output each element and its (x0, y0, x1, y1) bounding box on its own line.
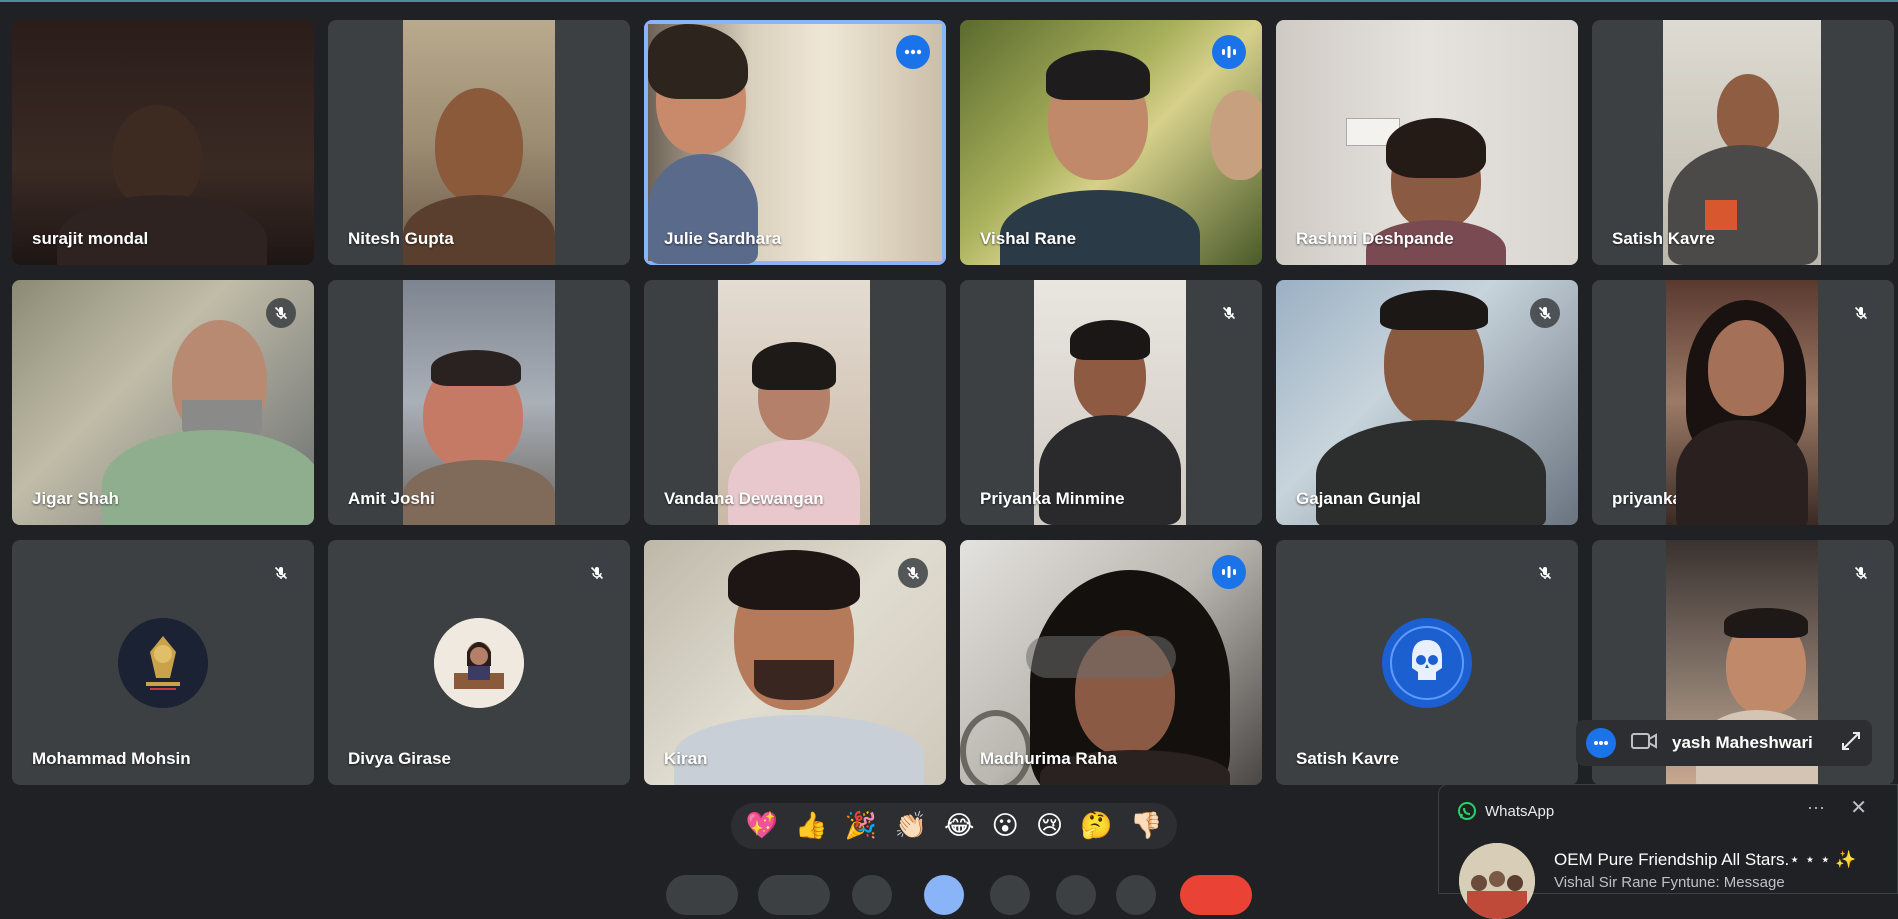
participant-name: Satish Kavre (1296, 749, 1399, 768)
participant-tile[interactable]: Madhurima Raha (960, 540, 1262, 785)
mic-muted-icon (1846, 298, 1876, 328)
more-options-icon[interactable] (896, 35, 930, 69)
notification-app-name: WhatsApp (1485, 802, 1555, 820)
participant-grid: surajit mondal Nitesh Gupta Julie Sardha… (12, 20, 1894, 786)
participant-tile[interactable]: Jigar Shah (12, 280, 314, 525)
skull-avatar (1382, 618, 1472, 708)
speaking-indicator-icon (1212, 555, 1246, 589)
mic-muted-icon (582, 558, 612, 588)
participant-name: Priyanka Minmine (980, 489, 1125, 508)
mic-muted-icon (1530, 298, 1560, 328)
reaction-party-popper[interactable]: 🎉 (845, 813, 877, 839)
whatsapp-icon (1458, 802, 1476, 820)
participant-name: Satish Kavre (1612, 229, 1715, 248)
reaction-clapping[interactable]: 👏🏻 (894, 813, 926, 839)
mic-muted-icon (266, 298, 296, 328)
participant-name: Kiran (664, 749, 708, 768)
participant-name: Vandana Dewangan (664, 489, 824, 508)
mic-muted-icon (1846, 558, 1876, 588)
participant-tile[interactable]: Gajanan Gunjal (1276, 280, 1578, 525)
mic-muted-icon (1530, 558, 1560, 588)
more-icon[interactable]: ··· (1807, 797, 1825, 818)
whatsapp-notification[interactable]: WhatsApp ··· ✕ OEM Pure Friendship All S… (1438, 784, 1898, 919)
participant-tile[interactable]: Vishal Rane (960, 20, 1262, 265)
participant-tile[interactable]: surajit mondal (12, 20, 314, 265)
raise-hand-button[interactable] (1056, 875, 1096, 915)
notification-title: OEM Pure Friendship All Stars.⋆ ⋆ ⋆ ✨ (1554, 850, 1857, 869)
more-options-icon[interactable] (1586, 728, 1616, 758)
participant-name: surajit mondal (32, 229, 149, 248)
reactions-button[interactable] (924, 875, 964, 915)
participant-name: Rashmi Deshpande (1296, 229, 1454, 248)
reaction-thumbs-up[interactable]: 👍 (795, 813, 827, 839)
participant-name: Gajanan Gunjal (1296, 489, 1421, 508)
participant-tile[interactable]: Mohammad Mohsin (12, 540, 314, 785)
self-view-bar: yash Maheshwari (1576, 720, 1872, 766)
rcb-logo-avatar (118, 618, 208, 708)
leave-call-button[interactable] (1180, 875, 1252, 915)
speaking-indicator-icon (1212, 35, 1246, 69)
participant-tile[interactable]: Nitesh Gupta (328, 20, 630, 265)
profile-photo-avatar (434, 618, 524, 708)
participant-name: Mohammad Mohsin (32, 749, 191, 768)
reaction-surprised[interactable]: 😮 (992, 813, 1019, 839)
reaction-thinking[interactable]: 🤔 (1080, 813, 1112, 839)
more-options-button[interactable] (1116, 875, 1156, 915)
participant-tile[interactable]: Vandana Dewangan (644, 280, 946, 525)
mic-muted-icon (898, 558, 928, 588)
participant-tile[interactable]: priyanka said (1592, 280, 1894, 525)
participant-tile[interactable]: Divya Girase (328, 540, 630, 785)
camera-off-icon[interactable] (1630, 731, 1658, 756)
participant-tile[interactable]: Rashmi Deshpande (1276, 20, 1578, 265)
expand-icon[interactable] (1840, 730, 1862, 757)
reaction-laughing[interactable]: 😂 (944, 813, 974, 839)
reaction-thumbs-down[interactable]: 👎🏻 (1130, 813, 1162, 839)
mic-muted-icon (266, 558, 296, 588)
participant-tile[interactable]: Satish Kavre (1276, 540, 1578, 785)
mic-button[interactable] (666, 875, 738, 915)
self-view-name: yash Maheshwari (1672, 733, 1813, 752)
call-controls (660, 875, 1260, 915)
participant-tile[interactable]: Satish Kavre (1592, 20, 1894, 265)
group-avatar (1459, 843, 1535, 919)
top-accent-line (0, 0, 1898, 2)
reaction-crying[interactable]: 😢 (1036, 813, 1063, 839)
notification-header: WhatsApp (1457, 801, 1554, 821)
participant-tile-speaking[interactable]: Julie Sardhara (644, 20, 946, 265)
captions-button[interactable] (852, 875, 892, 915)
participant-name: Vishal Rane (980, 229, 1077, 248)
participant-name: Amit Joshi (348, 489, 435, 508)
video-feed (1666, 280, 1818, 525)
participant-name: Divya Girase (348, 749, 452, 768)
participant-name: Julie Sardhara (664, 229, 782, 248)
participant-name: Jigar Shah (32, 489, 119, 508)
participant-name: Madhurima Raha (980, 749, 1117, 768)
present-button[interactable] (990, 875, 1030, 915)
close-icon[interactable]: ✕ (1850, 795, 1867, 820)
participant-tile[interactable]: Amit Joshi (328, 280, 630, 525)
participant-name: Nitesh Gupta (348, 229, 454, 248)
reaction-sparkling-heart[interactable]: 💖 (746, 813, 778, 839)
participant-tile[interactable]: Kiran (644, 540, 946, 785)
camera-button[interactable] (758, 875, 830, 915)
mic-muted-icon (1214, 298, 1244, 328)
participant-tile[interactable]: Priyanka Minmine (960, 280, 1262, 525)
notification-message: Vishal Sir Rane Fyntune: Message (1554, 874, 1785, 891)
reactions-bar: 💖 👍 🎉 👏🏻 😂 😮 😢 🤔 👎🏻 (731, 803, 1177, 849)
